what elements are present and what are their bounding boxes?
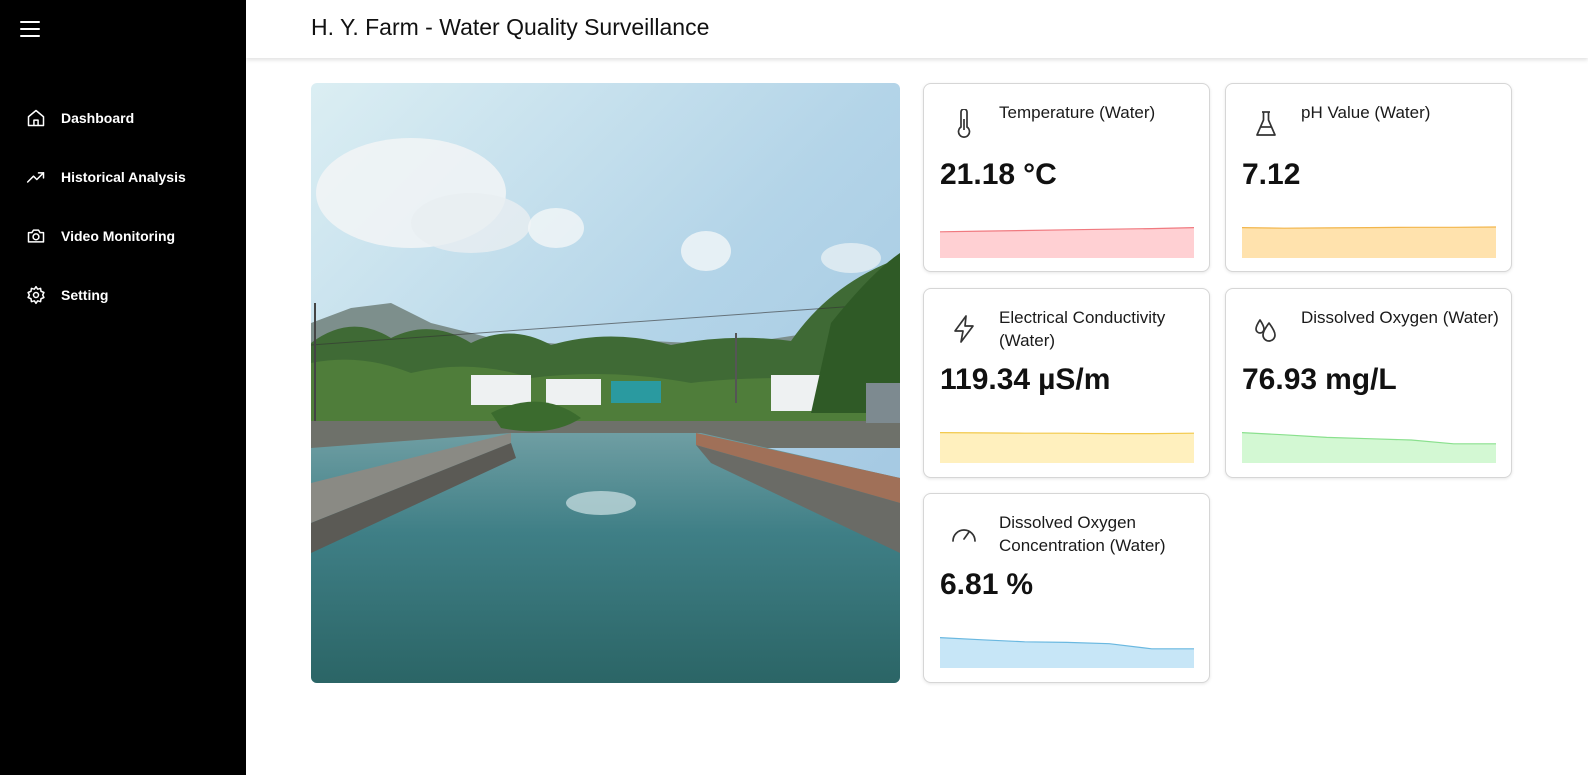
page-title: H. Y. Farm - Water Quality Surveillance — [311, 14, 710, 40]
hamburger-menu-icon[interactable] — [20, 21, 40, 39]
card-title: Dissolved Oxygen (Water) — [1301, 308, 1499, 327]
card-title: Electrical Conductivity (Water) — [999, 308, 1166, 350]
value-number: 119.34 — [940, 363, 1031, 396]
sidebar: Dashboard Historical Analysis Video Moni… — [0, 0, 246, 775]
sidebar-item-label: Historical Analysis — [61, 168, 186, 185]
card-title: Temperature (Water) — [999, 103, 1156, 122]
card-value: 6.81% — [940, 568, 1033, 602]
temperature-card[interactable]: Temperature (Water) 21.18 °C — [923, 83, 1210, 272]
home-icon — [25, 107, 47, 129]
sidebar-item-video-monitoring[interactable]: Video Monitoring — [0, 206, 246, 265]
ph-sparkline — [1242, 226, 1496, 258]
sidebar-item-label: Video Monitoring — [61, 227, 176, 244]
thermometer-icon — [950, 108, 978, 140]
temperature-sparkline — [940, 227, 1194, 258]
do-concentration-card[interactable]: Dissolved Oxygen Concentration (Water) 6… — [923, 493, 1210, 683]
value-number: 6.81 — [940, 568, 999, 601]
value-unit: mg/L — [1325, 363, 1397, 396]
card-value: 21.18 °C — [940, 158, 1057, 192]
sparkline-area — [940, 432, 1194, 463]
card-value: 7.12 — [1242, 158, 1308, 192]
value-number: 7.12 — [1242, 158, 1301, 191]
card-value: 76.93 mg/L — [1242, 363, 1397, 397]
dissolved-oxygen-sparkline — [1242, 432, 1496, 463]
sparkline-area — [1242, 432, 1496, 463]
sidebar-nav: Dashboard Historical Analysis Video Moni… — [0, 88, 246, 324]
conductivity-card[interactable]: Electrical Conductivity (Water) 119.34 µS… — [923, 288, 1210, 478]
gauge-icon — [950, 518, 978, 550]
card-title: pH Value (Water) — [1301, 103, 1431, 122]
value-number: 21.18 — [940, 158, 1016, 191]
camera-icon — [25, 225, 47, 247]
value-unit: °C — [1023, 158, 1057, 191]
sidebar-item-dashboard[interactable]: Dashboard — [0, 88, 246, 147]
trending-up-icon — [25, 166, 47, 188]
sparkline-area — [1242, 227, 1496, 258]
ph-card[interactable]: pH Value (Water) 7.12 — [1225, 83, 1512, 272]
sidebar-item-label: Dashboard — [61, 109, 135, 126]
value-unit: µS/m — [1038, 363, 1111, 396]
sidebar-item-setting[interactable]: Setting — [0, 265, 246, 324]
sparkline-area — [940, 227, 1194, 258]
sparkline-line — [940, 432, 1194, 435]
do-concentration-sparkline — [940, 637, 1194, 668]
sidebar-item-label: Setting — [61, 286, 109, 303]
fish-pond-photo — [311, 83, 900, 683]
card-value: 119.34 µS/m — [940, 363, 1110, 397]
flask-icon — [1252, 108, 1280, 140]
droplets-icon — [1252, 313, 1280, 345]
sidebar-item-historical-analysis[interactable]: Historical Analysis — [0, 147, 246, 206]
gear-icon — [25, 284, 47, 306]
top-header: H. Y. Farm - Water Quality Surveillance — [246, 0, 1588, 58]
value-unit: % — [1006, 568, 1034, 601]
card-title: Dissolved Oxygen Concentration (Water) — [999, 513, 1166, 555]
dissolved-oxygen-card[interactable]: Dissolved Oxygen (Water) 76.93 mg/L — [1225, 288, 1512, 478]
conductivity-sparkline — [940, 432, 1194, 463]
value-number: 76.93 — [1242, 363, 1318, 396]
lightning-icon — [950, 313, 978, 345]
